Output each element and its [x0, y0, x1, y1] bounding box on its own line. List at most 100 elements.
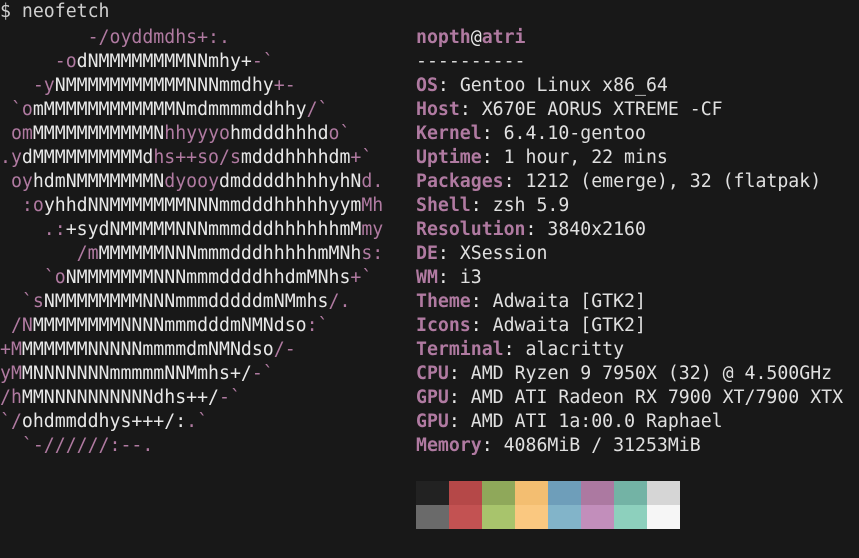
prompt-symbol: $	[0, 1, 11, 22]
logo-segment: .y	[0, 147, 22, 168]
info-row: Resolution: 3840x2160	[416, 218, 646, 242]
logo-segment: ohdmmddhys+++/:	[21, 411, 187, 432]
logo-segment: `s	[21, 291, 44, 312]
logo-segment: -`	[251, 363, 274, 384]
logo-line: /NMMMMMMMMNNNNmmmdddmNMNdso:`	[0, 314, 329, 338]
bright-color-swatch	[548, 505, 581, 529]
user-host-line: nopth@atri	[416, 26, 526, 50]
logo-segment: yhhdNNMMMMMMMNNNmmdddhhhhhyym	[43, 195, 362, 216]
logo-segment: s:	[361, 243, 384, 264]
logo-segment: o`	[328, 123, 351, 144]
info-row: Icons: Adwaita [GTK2]	[416, 314, 646, 338]
logo-segment: dmddddhhhhyhN	[219, 171, 362, 192]
logo-segment: /N	[0, 315, 33, 336]
logo-segment: +M	[0, 339, 22, 360]
info-row: Kernel: 6.4.10-gentoo	[416, 122, 646, 146]
logo-segment: dyooy	[164, 171, 220, 192]
normal-color-swatch	[647, 481, 680, 505]
logo-segment: NMMMMMMMMNNNmmmdddddmNMmhs	[43, 291, 329, 312]
info-colon: :	[481, 147, 504, 168]
logo-segment: +sydNMMMMMNNNmmmdddhhhhhhmM	[65, 219, 362, 240]
info-row: WM: i3	[416, 266, 482, 290]
hostname: atri	[481, 27, 526, 48]
info-key: Host	[416, 99, 460, 120]
logo-segment: yM	[0, 363, 22, 384]
logo-segment: :`	[306, 315, 329, 336]
info-value: AMD ATI Radeon RX 7900 XT/7900 XTX	[470, 387, 844, 408]
logo-segment	[0, 51, 55, 72]
logo-segment: `/	[0, 411, 22, 432]
logo-segment: hdmNMMMMMMMN	[32, 171, 165, 192]
info-value: Adwaita [GTK2]	[492, 291, 646, 312]
logo-segment: MMMMMMNNNmmmdddhhhhhmMNh	[98, 243, 362, 264]
info-row: CPU: AMD Ryzen 9 7950X (32) @ 4.500GHz	[416, 362, 832, 386]
info-colon: :	[470, 291, 493, 312]
info-key: Shell	[416, 195, 471, 216]
logo-segment: `-//////:--.	[21, 435, 154, 456]
info-value: Gentoo Linux x86_64	[459, 75, 668, 96]
prompt-line: $ neofetch	[0, 0, 110, 24]
logo-segment: dNMMMMMMMMNNmhy+	[76, 51, 252, 72]
logo-segment: MMNNNNNNNNNNdhs++/	[21, 387, 220, 408]
logo-segment: `o	[0, 99, 33, 120]
logo-segment: /`	[306, 99, 329, 120]
terminal-window[interactable]: $ neofetch -/oyddmdhs+:. -odNMMMMMMMMNNm…	[0, 0, 859, 558]
info-key: DE	[416, 243, 438, 264]
logo-line: .ydMMMMMMMMMMdhs++so/smdddhhhhdm+`	[0, 146, 372, 170]
logo-segment	[0, 435, 22, 456]
logo-segment: -`	[219, 387, 241, 408]
logo-segment: -`	[251, 51, 274, 72]
info-row: Uptime: 1 hour, 22 mins	[416, 146, 668, 170]
logo-line: `sNMMMMMMMMNNNmmmdddddmNMmhs/.	[0, 290, 351, 314]
info-key: Icons	[416, 315, 471, 336]
info-key: Kernel	[416, 123, 482, 144]
logo-segment: my	[361, 219, 384, 240]
logo-segment: oy	[0, 171, 33, 192]
logo-segment: :o	[0, 195, 44, 216]
info-colon: :	[481, 123, 504, 144]
bright-color-swatch	[416, 505, 449, 529]
logo-segment: mMMMMMMMMMMMMNmdmmmmddhhy	[32, 99, 307, 120]
bright-color-swatch	[515, 505, 548, 529]
normal-color-swatch	[449, 481, 482, 505]
info-value: XSession	[459, 243, 548, 264]
logo-segment: MMMMMMNNNNNmmmmdmNMNdso	[21, 339, 274, 360]
logo-line: -/oyddmdhs+:.	[0, 26, 230, 50]
info-value: AMD Ryzen 9 7950X (32) @ 4.500GHz	[470, 363, 833, 384]
info-key: GPU	[416, 387, 449, 408]
logo-segment: -/oyddmdhs+:.	[87, 27, 230, 48]
info-value: 4086MiB / 31253MiB	[503, 435, 701, 456]
info-key: WM	[416, 267, 438, 288]
logo-segment: hhyyyo	[164, 123, 230, 144]
logo-line: `oNMMMMMMMNNNmmmddddhhdmMNhs+`	[0, 266, 373, 290]
info-colon: :	[503, 339, 526, 360]
info-row: GPU: AMD ATI Radeon RX 7900 XT/7900 XTX	[416, 386, 843, 410]
normal-color-swatch	[482, 481, 515, 505]
logo-line: :oyhhdNNMMMMMMMNNNmmdddhhhhhyymMh	[0, 194, 383, 218]
info-value: Adwaita [GTK2]	[492, 315, 646, 336]
normal-color-swatch	[416, 481, 449, 505]
logo-segment: MMMMMMMMNNNNmmmdddmNMNdso	[32, 315, 307, 336]
logo-line: -odNMMMMMMMMNNmhy+-`	[0, 50, 274, 74]
info-value: zsh 5.9	[492, 195, 570, 216]
logo-segment: +-	[273, 75, 296, 96]
logo-line: oyhdmNMMMMMMMNdyooydmddddhhhhyhNd.	[0, 170, 383, 194]
info-colon: :	[481, 435, 504, 456]
info-colon: :	[525, 219, 548, 240]
logo-segment	[0, 27, 88, 48]
info-value: 6.4.10-gentoo	[503, 123, 646, 144]
info-colon: :	[503, 171, 526, 192]
info-colon: :	[470, 195, 493, 216]
info-value: 3840x2160	[547, 219, 646, 240]
logo-segment: `o	[43, 267, 66, 288]
info-row: GPU: AMD ATI 1a:00.0 Raphael	[416, 410, 723, 434]
info-row: Packages: 1212 (emerge), 32 (flatpak)	[416, 170, 821, 194]
bright-color-swatch	[581, 505, 614, 529]
bright-color-swatch	[449, 505, 482, 529]
info-key: Memory	[416, 435, 482, 456]
logo-segment	[0, 75, 33, 96]
info-colon: :	[448, 411, 471, 432]
info-colon: :	[448, 363, 471, 384]
logo-segment: +`	[350, 147, 373, 168]
logo-segment: d.	[361, 171, 384, 192]
